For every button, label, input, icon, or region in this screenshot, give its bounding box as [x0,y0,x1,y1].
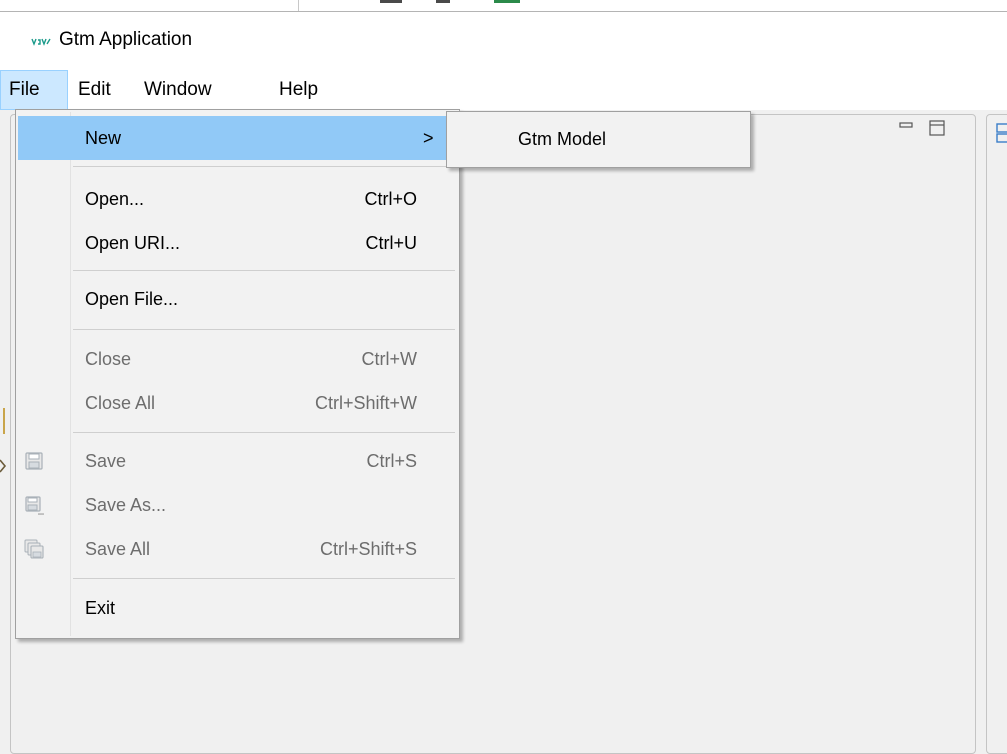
menu-item-open-uri[interactable]: Open URI... Ctrl+U [18,221,457,265]
menu-item-label: Open File... [85,289,179,309]
menu-item-close-all[interactable]: Close All Ctrl+Shift+W [18,381,457,425]
menu-item-label: New [85,128,122,148]
window-title: Gtm Application [59,29,193,50]
menu-item-shortcut: Ctrl+W [361,349,418,369]
strip-divider [298,0,299,11]
new-submenu: Gtm Model [446,111,751,168]
submenu-arrow-icon: > [423,128,434,148]
menu-separator [73,166,455,167]
partial-chevron-icon [0,459,7,473]
menu-item-new[interactable]: New > [18,116,457,160]
view-menu-icon[interactable] [996,122,1007,144]
menu-file[interactable]: File [0,70,68,110]
partial-decoration-icon [3,408,5,434]
menu-item-save-as[interactable]: Save As... [18,483,457,527]
side-panel [986,114,1007,754]
menu-item-label: Exit [85,598,116,618]
menu-separator [73,329,455,330]
menu-item-label: Open URI... [85,233,181,253]
menu-separator [73,432,455,433]
strip-fragment [380,0,402,3]
menu-item-save-all[interactable]: Save All Ctrl+Shift+S [18,527,457,571]
menu-separator [73,578,455,579]
menu-item-close[interactable]: Close Ctrl+W [18,337,457,381]
menu-item-shortcut: Ctrl+U [365,233,417,253]
menu-help[interactable]: Help [271,70,326,110]
save-all-icon [24,539,44,559]
menu-window[interactable]: Window [136,70,220,110]
menu-item-label: Save [85,451,127,471]
menu-bar: File Edit Window Help [0,70,1007,110]
menu-item-label: Save As... [85,495,167,515]
maximize-icon[interactable] [928,118,946,138]
menu-item-shortcut: Ctrl+Shift+W [314,393,417,413]
submenu-item-gtm-model[interactable]: Gtm Model [449,114,746,163]
menu-item-shortcut: Ctrl+Shift+S [319,539,417,559]
menu-item-label: Close All [85,393,156,413]
title-bar: Gtm Application [0,12,1007,70]
menu-item-open-file[interactable]: Open File... [18,277,457,321]
save-icon [25,452,43,470]
menu-item-label: Open... [85,189,145,209]
menu-item-shortcut: Ctrl+S [366,451,417,471]
menu-item-shortcut: Ctrl+O [364,189,417,209]
gtm-app-icon [31,38,51,46]
menu-edit[interactable]: Edit [70,70,119,110]
menu-item-label: Save All [85,539,151,559]
minimize-icon[interactable] [899,120,913,138]
menu-separator [73,270,455,271]
save-as-icon [25,496,44,515]
background-window-strip [0,0,1007,12]
file-menu-dropdown: New > Open... Ctrl+O Open URI... Ctrl+U … [15,109,460,639]
menu-item-label: Close [85,349,132,369]
strip-fragment [494,0,520,3]
strip-fragment [436,0,450,3]
menu-item-save[interactable]: Save Ctrl+S [18,439,457,483]
menu-item-open[interactable]: Open... Ctrl+O [18,177,457,221]
submenu-item-label: Gtm Model [518,129,607,149]
menu-item-exit[interactable]: Exit [18,586,457,630]
